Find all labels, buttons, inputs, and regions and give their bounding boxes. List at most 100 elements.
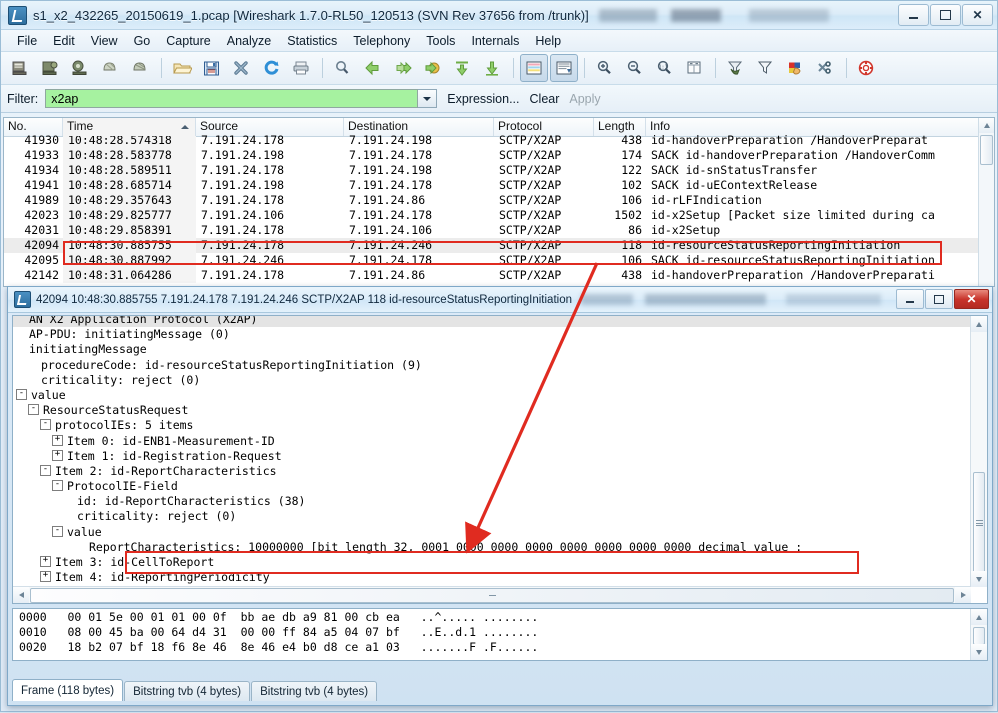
- collapse-icon[interactable]: -: [28, 404, 39, 416]
- tree-scroll-down-arrow-icon[interactable]: [971, 571, 987, 587]
- detail-minimize-button[interactable]: [896, 289, 924, 309]
- tree-scroll-left-arrow-icon[interactable]: [13, 587, 29, 603]
- column-header-destination[interactable]: Destination: [344, 118, 494, 136]
- tree-row[interactable]: initiatingMessage: [13, 342, 971, 357]
- tree-row[interactable]: + Item 4: id-ReportingPeriodicity: [13, 570, 971, 585]
- apply-filter-button[interactable]: Apply: [569, 92, 600, 106]
- clear-filter-button[interactable]: Clear: [530, 92, 560, 106]
- filter-dropdown-button[interactable]: [418, 89, 438, 108]
- column-header-source[interactable]: Source: [196, 118, 344, 136]
- tree-row[interactable]: AN X2 Application Protocol (X2AP): [13, 316, 971, 328]
- help-icon[interactable]: [853, 54, 881, 82]
- go-last-packet-icon[interactable]: [479, 54, 507, 82]
- tree-scroll-right-arrow-icon[interactable]: [955, 587, 971, 603]
- maximize-button[interactable]: [930, 4, 961, 26]
- column-header-info[interactable]: Info: [646, 118, 994, 136]
- menu-go[interactable]: Go: [126, 32, 159, 50]
- tree-row[interactable]: - value: [13, 388, 971, 403]
- menu-edit[interactable]: Edit: [45, 32, 83, 50]
- capture-options-icon[interactable]: [37, 54, 65, 82]
- tree-row[interactable]: id: id-ReportCharacteristics (38): [13, 494, 971, 509]
- hex-row[interactable]: 0010 08 00 45 ba 00 64 d4 31 00 00 ff 84…: [19, 625, 987, 640]
- tree-scroll-thumb[interactable]: [973, 472, 985, 574]
- menu-capture[interactable]: Capture: [158, 32, 218, 50]
- expression-button[interactable]: Expression...: [447, 92, 519, 106]
- display-filters-icon[interactable]: [752, 54, 780, 82]
- stop-capture-icon[interactable]: [97, 54, 125, 82]
- tree-row[interactable]: criticality: reject (0): [13, 509, 971, 524]
- menu-file[interactable]: File: [9, 32, 45, 50]
- packet-row[interactable]: 42095 10:48:30.887992 7.191.24.246 7.191.24…: [4, 253, 994, 268]
- coloring-rules-icon[interactable]: [782, 54, 810, 82]
- scroll-thumb[interactable]: [980, 135, 993, 165]
- packet-row[interactable]: 42142 10:48:31.064286 7.191.24.178 7.191.24…: [4, 268, 994, 283]
- start-capture-icon[interactable]: [67, 54, 95, 82]
- tree-vertical-scrollbar[interactable]: [970, 316, 987, 587]
- close-file-icon[interactable]: [228, 54, 256, 82]
- interfaces-icon[interactable]: [7, 54, 35, 82]
- tree-row[interactable]: criticality: reject (0): [13, 373, 971, 388]
- tree-hscroll-thumb[interactable]: [30, 587, 954, 603]
- packet-row[interactable]: 42023 10:48:29.825777 7.191.24.106 7.191.24…: [4, 208, 994, 223]
- tree-horizontal-scrollbar[interactable]: [13, 586, 971, 603]
- column-header-no[interactable]: No.: [4, 118, 63, 136]
- zoom-in-icon[interactable]: [591, 54, 619, 82]
- menu-view[interactable]: View: [83, 32, 126, 50]
- menu-statistics[interactable]: Statistics: [279, 32, 345, 50]
- packet-row[interactable]: 41989 10:48:29.357643 7.191.24.178 7.191.24…: [4, 193, 994, 208]
- hex-dump[interactable]: 0000 00 01 5e 00 01 01 00 0f bb ae db a9…: [13, 609, 987, 655]
- hex-scroll-down-arrow-icon[interactable]: [971, 644, 987, 660]
- tree-row[interactable]: - protocolIEs: 5 items: [13, 418, 971, 433]
- tree-row[interactable]: + Item 1: id-Registration-Request: [13, 449, 971, 464]
- tree-row[interactable]: procedureCode: id-resourceStatusReportin…: [13, 358, 971, 373]
- menu-internals[interactable]: Internals: [463, 32, 527, 50]
- auto-scroll-icon[interactable]: [550, 54, 578, 82]
- collapse-icon[interactable]: -: [52, 480, 63, 492]
- filter-input[interactable]: x2ap: [45, 89, 419, 108]
- open-file-icon[interactable]: [168, 54, 196, 82]
- detail-close-button[interactable]: ✕: [954, 289, 989, 309]
- byte-view-tab[interactable]: Bitstring tvb (4 bytes): [124, 681, 251, 701]
- expand-icon[interactable]: +: [52, 434, 63, 446]
- byte-view-tab[interactable]: Bitstring tvb (4 bytes): [251, 681, 378, 701]
- tree-row[interactable]: - value: [13, 525, 971, 540]
- column-header-protocol[interactable]: Protocol: [494, 118, 594, 136]
- reload-icon[interactable]: [258, 54, 286, 82]
- find-packet-icon[interactable]: [329, 54, 357, 82]
- hex-scroll-thumb[interactable]: [973, 627, 985, 645]
- packet-row[interactable]: 41941 10:48:28.685714 7.191.24.198 7.191.24…: [4, 178, 994, 193]
- capture-filters-icon[interactable]: [722, 54, 750, 82]
- restart-capture-icon[interactable]: [127, 54, 155, 82]
- zoom-out-icon[interactable]: [621, 54, 649, 82]
- hex-row[interactable]: 0000 00 01 5e 00 01 01 00 0f bb ae db a9…: [19, 610, 987, 625]
- print-icon[interactable]: [288, 54, 316, 82]
- collapse-icon[interactable]: -: [16, 388, 27, 400]
- close-button[interactable]: ✕: [962, 4, 993, 26]
- tree-row[interactable]: + Item 0: id-ENB1-Measurement-ID: [13, 434, 971, 449]
- packet-row[interactable]: 41934 10:48:28.589511 7.191.24.178 7.191.24…: [4, 163, 994, 178]
- hex-row[interactable]: 0020 18 b2 07 bf 18 f6 8e 46 8e 46 e4 b0…: [19, 640, 987, 655]
- detail-maximize-button[interactable]: [925, 289, 953, 309]
- menu-telephony[interactable]: Telephony: [345, 32, 418, 50]
- packet-row[interactable]: 41933 10:48:28.583778 7.191.24.198 7.191.24…: [4, 148, 994, 163]
- preferences-icon[interactable]: [812, 54, 840, 82]
- expand-icon[interactable]: +: [40, 556, 51, 567]
- go-forward-icon[interactable]: [389, 54, 417, 82]
- go-back-icon[interactable]: [359, 54, 387, 82]
- tree-row[interactable]: AP-PDU: initiatingMessage (0): [13, 327, 971, 342]
- hex-scroll-up-arrow-icon[interactable]: [971, 609, 987, 625]
- go-first-packet-icon[interactable]: [449, 54, 477, 82]
- expand-icon[interactable]: +: [40, 571, 51, 583]
- menu-tools[interactable]: Tools: [418, 32, 463, 50]
- collapse-icon[interactable]: -: [40, 464, 51, 476]
- save-file-icon[interactable]: [198, 54, 226, 82]
- byte-view-tab[interactable]: Frame (118 bytes): [12, 679, 124, 701]
- go-to-packet-icon[interactable]: [419, 54, 447, 82]
- collapse-icon[interactable]: -: [52, 525, 63, 537]
- tree-scroll-up-arrow-icon[interactable]: [971, 316, 987, 332]
- column-header-length[interactable]: Length: [594, 118, 646, 136]
- tree-row[interactable]: - ResourceStatusRequest: [13, 403, 971, 418]
- collapse-icon[interactable]: -: [40, 419, 51, 431]
- resize-columns-icon[interactable]: [681, 54, 709, 82]
- scroll-up-arrow-icon[interactable]: [979, 118, 994, 133]
